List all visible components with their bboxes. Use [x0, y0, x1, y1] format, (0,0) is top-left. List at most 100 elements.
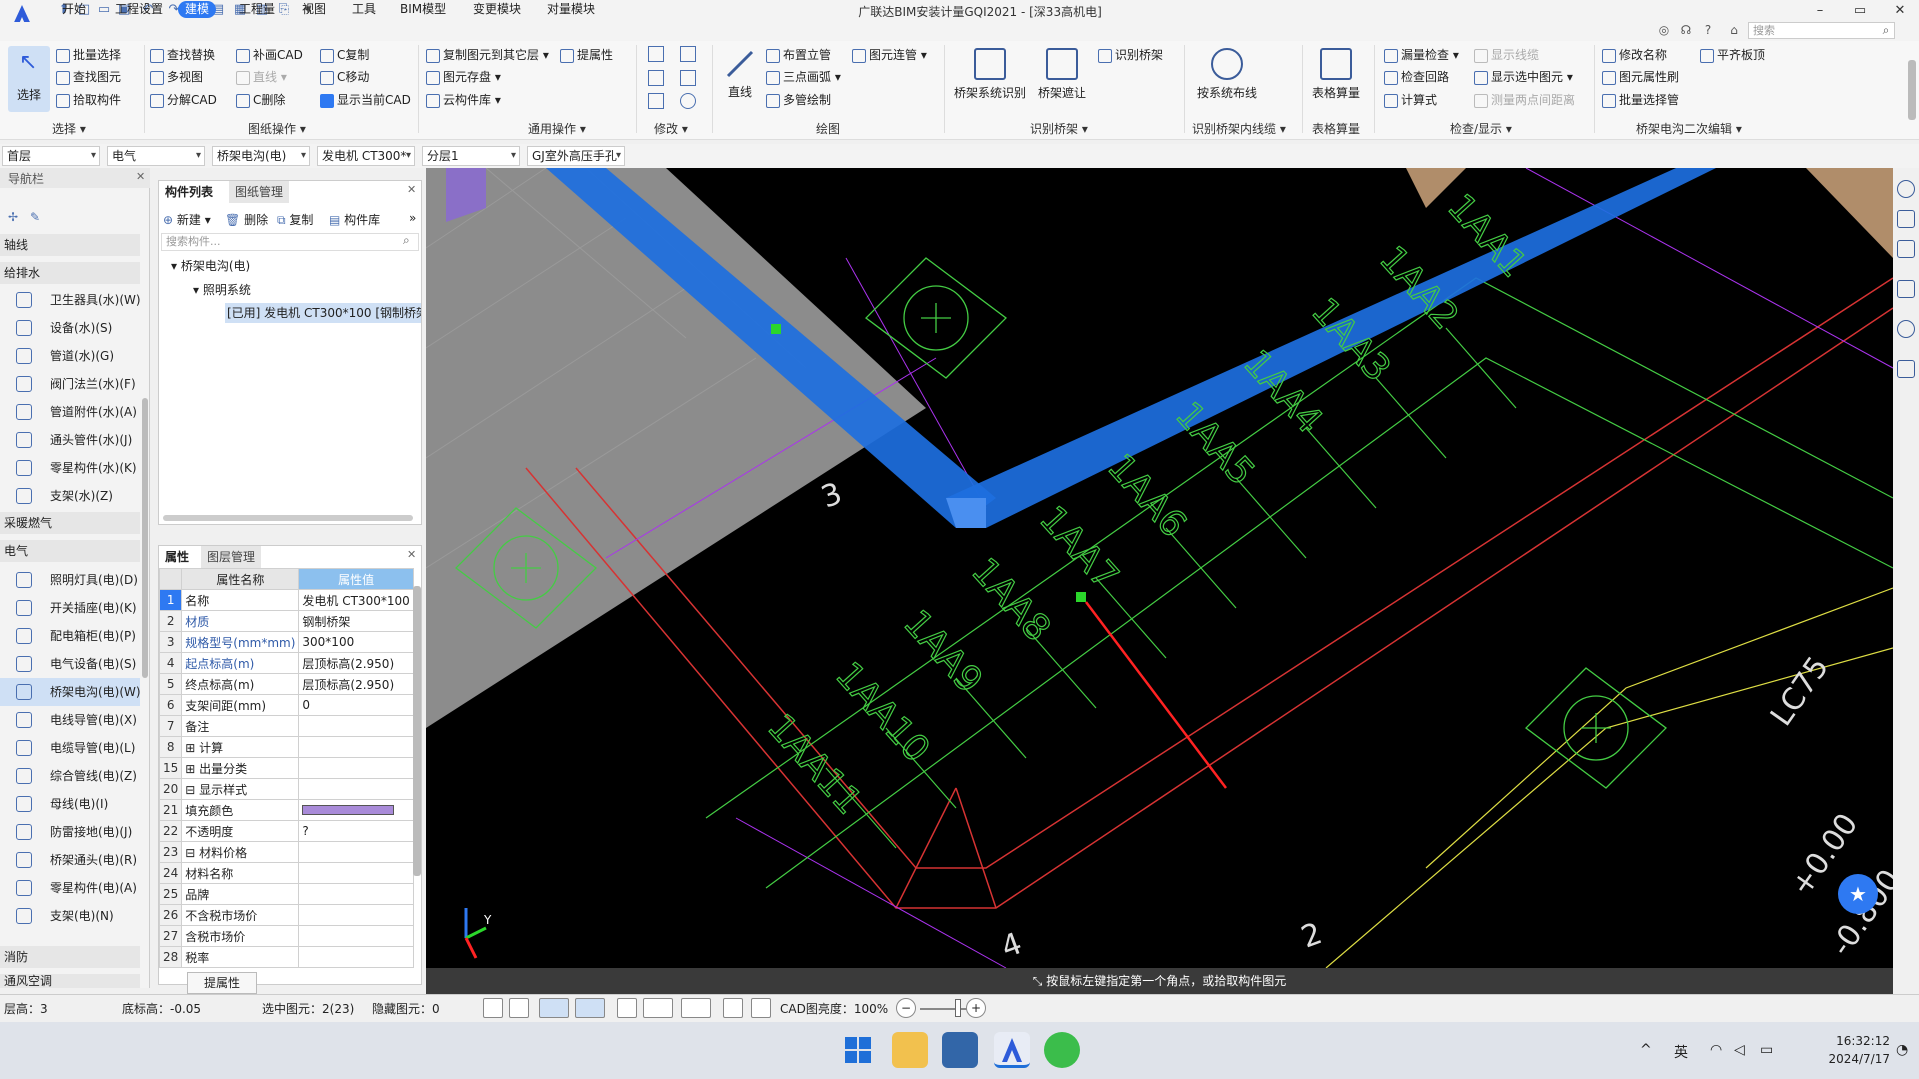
nav-item[interactable]: 桥架电沟(电)(W): [0, 678, 141, 706]
search-input[interactable]: 搜索: [1748, 22, 1895, 39]
snap-icon[interactable]: [483, 998, 503, 1018]
triangle-icon[interactable]: [680, 70, 696, 86]
nav-item[interactable]: 卫生器具(水)(W): [0, 286, 141, 314]
wifi-icon[interactable]: ◠: [1710, 1042, 1722, 1058]
fill-color-swatch[interactable]: [302, 805, 395, 815]
property-row[interactable]: 28 税率: [158, 946, 414, 968]
nav-item[interactable]: 照明灯具(电)(D): [0, 566, 140, 594]
cad-drawing[interactable]: 1AA11AA21AA31AA41AA51AA61AA71AA81AA91AA1…: [426, 168, 1893, 968]
select-button[interactable]: ↖ 选择: [8, 46, 50, 112]
nav-item[interactable]: 支架(水)(Z): [0, 482, 140, 510]
cad-copy-button[interactable]: C复制: [320, 45, 369, 65]
layer-select[interactable]: 分层1: [422, 146, 520, 166]
orbit-icon[interactable]: [1897, 180, 1915, 198]
search-icon[interactable]: ⌕: [403, 233, 410, 248]
draw-cad-button[interactable]: 补画CAD: [236, 45, 303, 65]
property-row[interactable]: 27 含税市场价: [158, 925, 414, 947]
user-icon[interactable]: ◎: [1656, 22, 1672, 38]
property-value[interactable]: 层顶标高(2.950): [298, 652, 414, 674]
curve-icon[interactable]: [751, 998, 771, 1018]
maximize-button[interactable]: ▭: [1840, 0, 1880, 22]
copy-to-layer-button[interactable]: 复制图元到其它层 ▾: [426, 45, 549, 65]
copy-component-button[interactable]: ⧉ 复制: [277, 211, 313, 228]
menu-start[interactable]: 开始: [55, 1, 93, 18]
grip-point-1[interactable]: [771, 324, 781, 334]
angle-icon[interactable]: [643, 998, 673, 1018]
2d-view-icon[interactable]: [1897, 210, 1915, 228]
cross-icon[interactable]: [617, 998, 637, 1018]
property-value[interactable]: [298, 799, 414, 821]
nav-item[interactable]: 零星构件(水)(K): [0, 454, 140, 482]
tab-drawing-manage[interactable]: 图纸管理: [229, 181, 290, 203]
tray-avoid-button[interactable]: 桥架遮让: [1032, 48, 1092, 101]
headset-icon[interactable]: ☊: [1678, 22, 1694, 38]
pin-icon[interactable]: ✢: [8, 210, 18, 224]
nav-cat-elec[interactable]: 电气: [0, 540, 140, 562]
ribbon-scrollbar[interactable]: [1908, 60, 1916, 120]
close-panel-icon[interactable]: ✕: [407, 183, 416, 196]
property-value[interactable]: 0: [298, 694, 414, 716]
nav-scrollbar[interactable]: [142, 398, 148, 678]
component-search-input[interactable]: 搜索构件...: [161, 233, 419, 251]
nav-cat-water[interactable]: 给排水: [0, 262, 140, 284]
delete-component-button[interactable]: 🗑 删除: [225, 211, 268, 228]
3d-view-icon[interactable]: [1897, 240, 1915, 258]
measure-distance-button[interactable]: 测量两点间距离: [1474, 90, 1575, 110]
pick-component-button[interactable]: 拾取构件: [56, 90, 121, 110]
zoom-in-icon[interactable]: +: [966, 998, 986, 1018]
menu-tools[interactable]: 工具: [345, 1, 383, 18]
multi-pipe-button[interactable]: 多管绘制: [766, 90, 831, 110]
property-value[interactable]: [298, 778, 414, 800]
explode-cad-button[interactable]: 分解CAD: [150, 90, 217, 110]
ime-indicator[interactable]: 英: [1674, 1042, 1688, 1062]
nav-cat-heat[interactable]: 采暖燃气: [0, 512, 140, 534]
nav-item[interactable]: 开关插座(电)(K): [0, 594, 140, 622]
extract-property-button[interactable]: 提属性: [560, 45, 613, 65]
table-calc-button[interactable]: 表格算量: [1306, 48, 1366, 101]
batch-select-button[interactable]: 批量选择: [56, 45, 121, 65]
close-button[interactable]: ✕: [1880, 0, 1919, 22]
property-value[interactable]: 层顶标高(2.950): [298, 673, 414, 695]
h-scrollbar[interactable]: [163, 515, 413, 521]
property-value[interactable]: [298, 862, 414, 884]
property-brush-button[interactable]: 图元属性刷: [1602, 67, 1679, 87]
find-element-button[interactable]: 查找图元: [56, 67, 121, 87]
nav-cat-fire[interactable]: 消防: [0, 946, 140, 968]
property-row[interactable]: 4 起点标高(m) 层顶标高(2.950): [158, 652, 414, 674]
property-value[interactable]: [298, 946, 414, 968]
clock-time[interactable]: 16:32:12: [1810, 1034, 1890, 1048]
extract-property-bottom-button[interactable]: 提属性: [187, 972, 257, 994]
cad-delete-button[interactable]: C删除: [236, 90, 285, 110]
recognize-tray-button[interactable]: 识别桥架: [1098, 45, 1163, 65]
nav-item[interactable]: 零星构件(电)(A): [0, 874, 140, 902]
missing-check-button[interactable]: 漏量检查 ▾: [1384, 45, 1459, 65]
nav-item[interactable]: 电缆导管(电)(L): [0, 734, 140, 762]
close-props-icon[interactable]: ✕: [407, 548, 416, 561]
nav-item[interactable]: 管道附件(水)(A): [0, 398, 140, 426]
nav-item[interactable]: 支架(电)(N): [0, 902, 140, 930]
nav-item[interactable]: 防雷接地(电)(J): [0, 818, 140, 846]
property-value[interactable]: 钢制桥架: [298, 610, 414, 632]
discipline-select[interactable]: 电气: [107, 146, 205, 166]
property-row[interactable]: 22 不透明度?: [158, 820, 414, 842]
bell-icon[interactable]: ⌂: [1726, 22, 1742, 38]
check-circuit-button[interactable]: 检查回路: [1384, 67, 1449, 87]
draw-line-button[interactable]: 直线: [720, 48, 760, 100]
property-value[interactable]: [298, 925, 414, 947]
favorite-star-icon[interactable]: ★: [1838, 874, 1878, 914]
property-value[interactable]: [298, 904, 414, 926]
nav-item[interactable]: 桥架通头(电)(R): [0, 846, 140, 874]
property-row[interactable]: 6 支架间距(mm) 0: [158, 694, 414, 716]
property-row[interactable]: 23 ⊟ 材料价格: [158, 841, 414, 863]
props-scrollbar[interactable]: [413, 586, 421, 876]
menu-change-module[interactable]: 变更模块: [466, 1, 528, 18]
tab-component-list[interactable]: 构件列表: [159, 181, 220, 203]
align-top-button[interactable]: 平齐板顶: [1700, 45, 1765, 65]
move-icon[interactable]: [648, 70, 664, 86]
floor-select[interactable]: 首层: [2, 146, 100, 166]
place-riser-button[interactable]: 布置立管: [766, 45, 831, 65]
tray-chevron-icon[interactable]: ^: [1640, 1042, 1652, 1058]
nav-item[interactable]: 设备(水)(S): [0, 314, 140, 342]
zoom-out-icon[interactable]: −: [896, 998, 916, 1018]
tree-node-lighting[interactable]: ▾ 照明系统: [193, 281, 251, 298]
